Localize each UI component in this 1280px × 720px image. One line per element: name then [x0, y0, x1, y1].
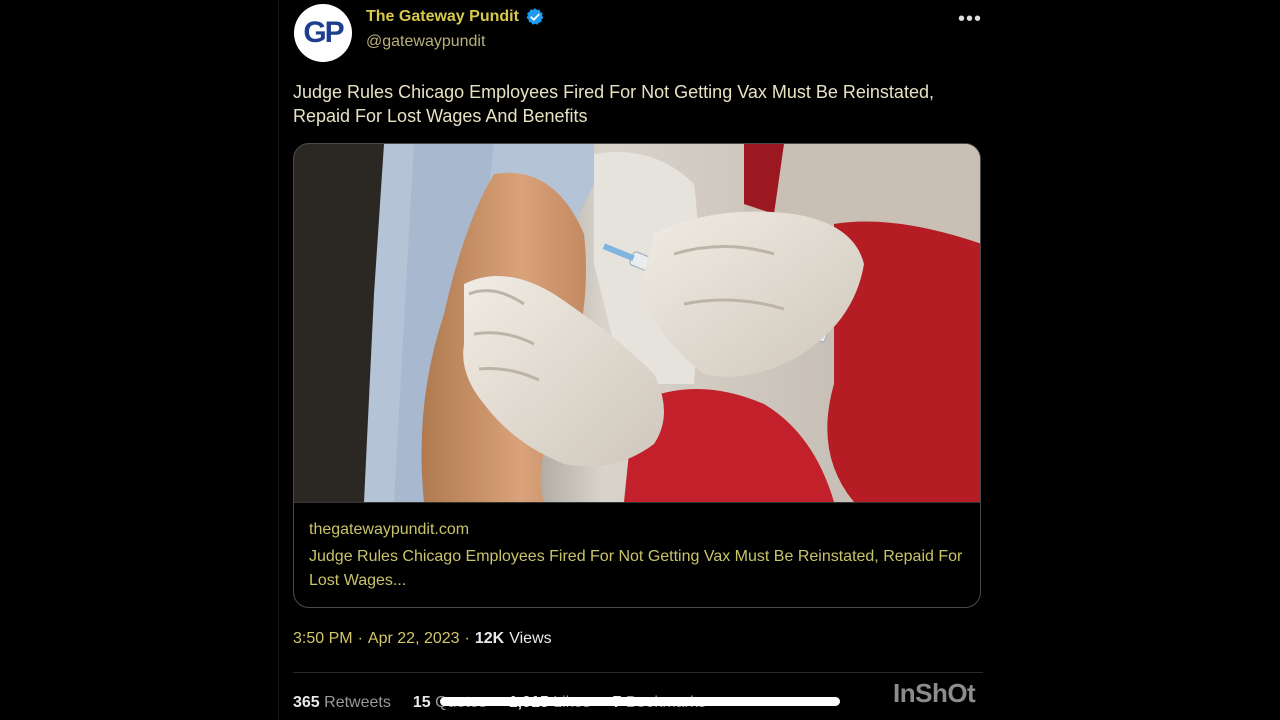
tweet-text: Judge Rules Chicago Employees Fired For … [293, 82, 934, 126]
tweet-date[interactable]: Apr 22, 2023 [368, 630, 460, 648]
separator: · [357, 630, 363, 647]
home-indicator[interactable] [440, 697, 840, 706]
separator: · [464, 630, 470, 647]
retweets-stat[interactable]: 365 Retweets [293, 694, 391, 712]
tweet-time[interactable]: 3:50 PM [293, 630, 353, 648]
link-card[interactable]: thegatewaypundit.com Judge Rules Chicago… [293, 143, 981, 608]
avatar[interactable]: GP [294, 4, 352, 62]
tweet: GP The Gateway Pundit @gatewaypundit •••… [280, 0, 1000, 720]
retweets-count: 365 [293, 694, 320, 711]
card-image[interactable] [294, 144, 980, 502]
views-label: Views [509, 630, 552, 647]
retweets-label: Retweets [324, 694, 391, 711]
card-meta[interactable]: thegatewaypundit.com Judge Rules Chicago… [294, 502, 980, 607]
author-display-name[interactable]: The Gateway Pundit [366, 8, 519, 26]
avatar-logo-text: GP [303, 16, 344, 49]
card-title: Judge Rules Chicago Employees Fired For … [309, 548, 963, 589]
views-count: 12K [474, 630, 505, 647]
verified-badge-icon [526, 8, 544, 25]
divider [293, 672, 983, 673]
quotes-count: 15 [412, 694, 431, 711]
inshot-watermark: InShOt [893, 678, 976, 708]
author-handle[interactable]: @gatewaypundit [366, 33, 485, 51]
vaccination-photo [294, 144, 980, 502]
author-name-row: The Gateway Pundit [366, 7, 545, 27]
column-border-left [278, 0, 279, 720]
timestamp-row: 3:50 PM · Apr 22, 2023 · 12K Views [293, 630, 552, 648]
card-domain: thegatewaypundit.com [309, 521, 470, 538]
more-options-icon[interactable]: ••• [958, 8, 982, 31]
